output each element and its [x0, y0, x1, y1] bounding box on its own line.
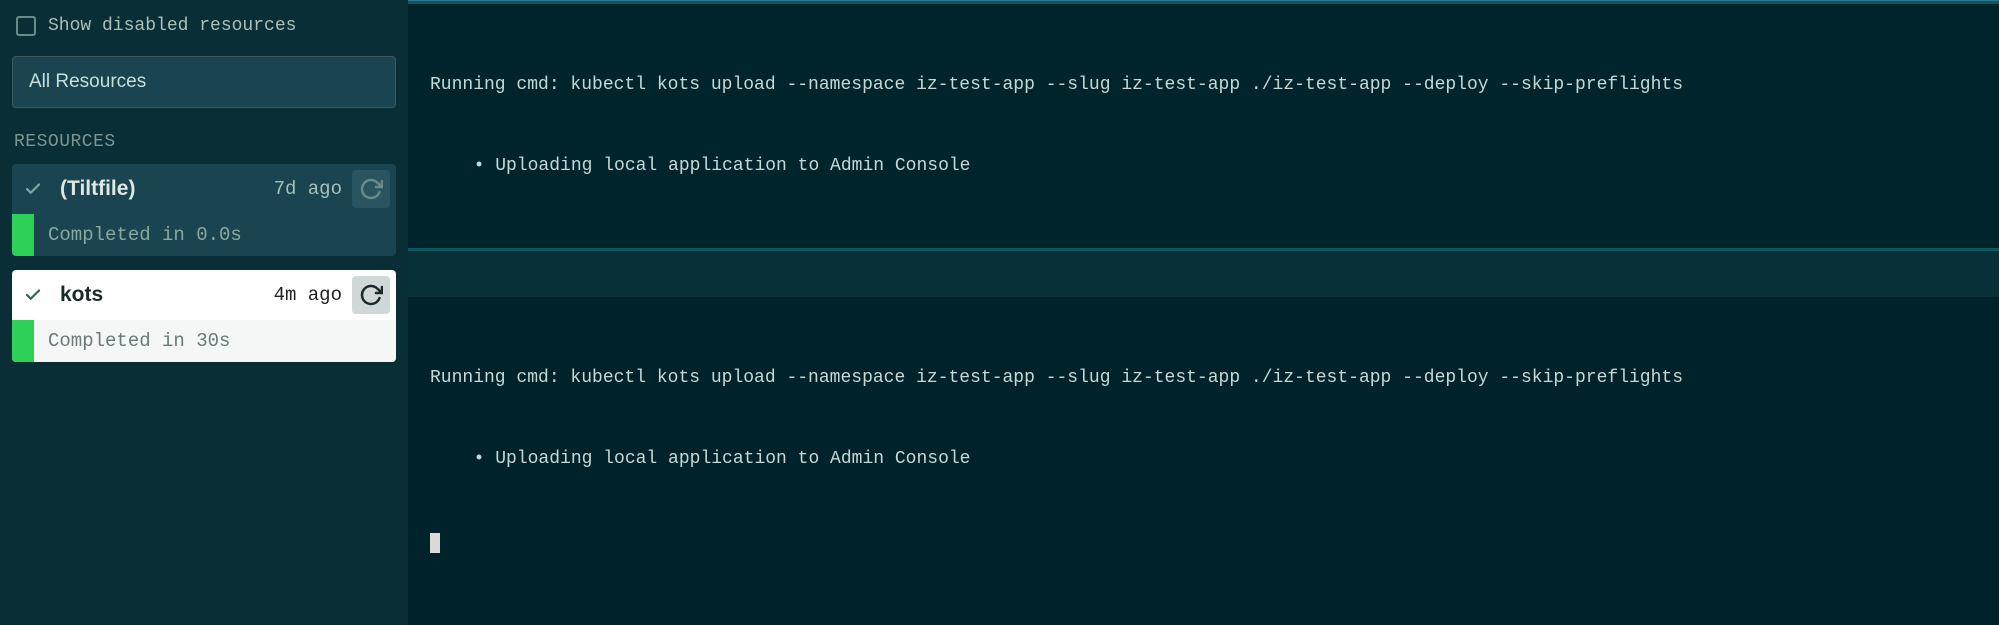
log-panel: Running cmd: kubectl kots upload --names… [408, 0, 1999, 625]
status-text: Completed in 30s [34, 320, 396, 362]
checkmark-icon [16, 277, 50, 313]
resource-status-row: Completed in 30s [12, 320, 396, 362]
resources-section-header: RESOURCES [12, 126, 396, 164]
log-line: • Uploading local application to Admin C… [430, 446, 1977, 473]
resource-time: 7d ago [274, 178, 348, 200]
checkmark-icon [16, 171, 50, 207]
log-line: • Uploading local application to Admin C… [430, 153, 1977, 180]
resource-head: kots 4m ago [12, 270, 396, 320]
all-resources-button[interactable]: All Resources [12, 56, 396, 108]
resource-name: kots [54, 283, 270, 307]
show-disabled-row[interactable]: Show disabled resources [12, 10, 396, 56]
log-block-previous: Running cmd: kubectl kots upload --names… [408, 1, 1999, 251]
log-line: Running cmd: kubectl kots upload --names… [430, 72, 1977, 99]
resource-name: (Tiltfile) [54, 177, 270, 201]
status-text: Completed in 0.0s [34, 214, 396, 256]
all-resources-label: All Resources [29, 71, 146, 92]
log-line: Running cmd: kubectl kots upload --names… [430, 365, 1977, 392]
status-indicator [12, 214, 34, 256]
sidebar: Show disabled resources All Resources RE… [0, 0, 408, 625]
resource-status-row: Completed in 0.0s [12, 214, 396, 256]
terminal-cursor [430, 533, 440, 553]
resource-card-tiltfile[interactable]: (Tiltfile) 7d ago Completed in 0.0s [12, 164, 396, 256]
refresh-button[interactable] [352, 170, 390, 208]
log-separator [408, 251, 1999, 297]
resource-head: (Tiltfile) 7d ago [12, 164, 396, 214]
show-disabled-checkbox[interactable] [16, 16, 36, 36]
resource-card-kots[interactable]: kots 4m ago Completed in 30s [12, 270, 396, 362]
refresh-button[interactable] [352, 276, 390, 314]
show-disabled-label: Show disabled resources [48, 16, 296, 36]
log-block-current: Running cmd: kubectl kots upload --names… [408, 297, 1999, 625]
status-indicator [12, 320, 34, 362]
resource-time: 4m ago [274, 284, 348, 306]
